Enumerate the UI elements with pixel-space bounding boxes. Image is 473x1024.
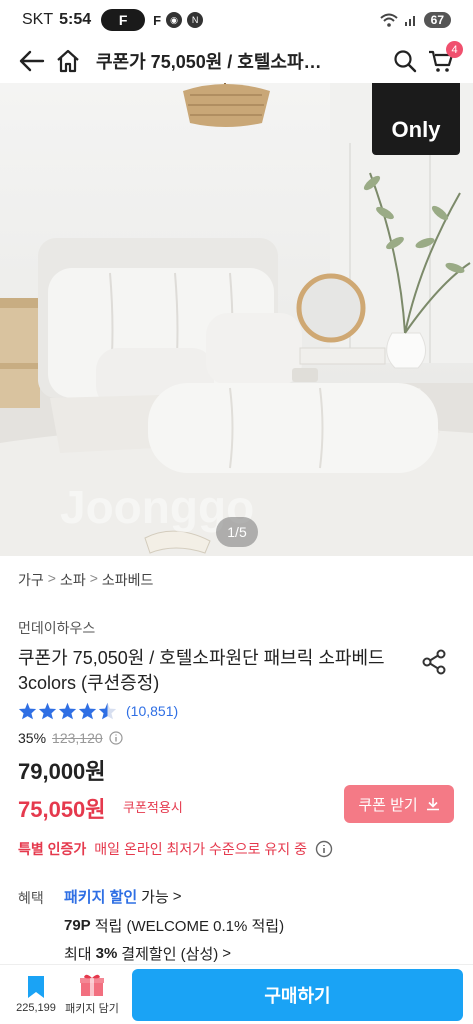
arrow-left-icon: [19, 50, 45, 72]
benefit-label: 혜택: [18, 890, 44, 906]
breadcrumb-item[interactable]: 가구: [18, 570, 44, 590]
info-icon[interactable]: [315, 840, 333, 858]
bookmark-count: 225,199: [16, 1002, 56, 1014]
half-star-icon: [98, 702, 117, 720]
image-counter: 1/5: [216, 517, 258, 547]
bookmark-button[interactable]: 225,199: [8, 975, 64, 1014]
card-rate: 3%: [95, 945, 118, 962]
bottom-action-bar: 225,199 패키지 담기 구매하기: [0, 964, 473, 1024]
star-icon: [78, 702, 97, 720]
coupon-price: 75,050원: [18, 797, 106, 822]
discount-row: 35% 123,120: [18, 730, 123, 746]
cart-button[interactable]: 4: [423, 41, 463, 79]
original-price: 123,120: [52, 730, 103, 746]
special-price-row: 특별 인증가 매일 온라인 최저가 수준으로 유지 중: [18, 839, 333, 859]
breadcrumb-item[interactable]: 소파: [60, 570, 86, 590]
home-button[interactable]: [50, 43, 86, 79]
download-icon: [426, 798, 439, 811]
points-text: 적립 (WELCOME 0.1% 적립): [94, 918, 285, 935]
special-price-text: 매일 온라인 최저가 수준으로 유지 중: [94, 841, 307, 857]
chevron-right-icon: >: [172, 888, 182, 905]
search-icon: [394, 50, 417, 73]
info-icon[interactable]: [109, 731, 123, 745]
f-notification-icon: F: [153, 12, 162, 28]
package-add-label: 패키지 담기: [65, 1003, 119, 1015]
package-add-button[interactable]: 패키지 담기: [64, 973, 120, 1016]
breadcrumb: 가구 > 소파 > 소파베드: [18, 570, 153, 590]
n-notification-icon: N: [187, 12, 204, 28]
coupon-note: 쿠폰적용시: [123, 800, 183, 815]
signal-icon: [404, 16, 415, 26]
status-bar: SKT 5:54 F F ◉ N 67: [0, 0, 473, 40]
battery-level: 67: [423, 12, 451, 28]
clock: 5:54: [59, 11, 92, 28]
card-prefix: 최대: [64, 946, 92, 963]
star-icon: [38, 702, 57, 720]
coupon-download-button[interactable]: 쿠폰 받기: [344, 785, 454, 823]
buy-button[interactable]: 구매하기: [132, 968, 463, 1021]
rating-stars[interactable]: (10,851): [18, 702, 178, 720]
share-icon: [422, 649, 446, 675]
home-icon: [57, 49, 79, 73]
package-suffix: 가능: [141, 889, 169, 906]
points-row: 79P 적립 (WELCOME 0.1% 적립): [64, 915, 284, 936]
share-button[interactable]: [420, 648, 448, 681]
app-badge-icon: F: [101, 9, 146, 31]
card-discount-link[interactable]: 최대 3% 결제할인 (삼성) >: [64, 943, 231, 964]
cart-count-badge: 4: [446, 41, 463, 58]
star-icon: [58, 702, 77, 720]
sale-price: 79,000원: [18, 759, 106, 784]
search-button[interactable]: [387, 43, 423, 79]
package-discount-link[interactable]: 패키지 할인 가능 >: [64, 886, 182, 907]
discount-rate: 35%: [18, 730, 47, 746]
gift-box-icon: [80, 974, 104, 996]
wifi-icon: [379, 13, 398, 27]
star-icon: [18, 702, 37, 720]
only-tag-badge: Only: [372, 83, 460, 155]
chevron-right-icon: >: [222, 945, 232, 962]
review-count[interactable]: (10,851): [126, 703, 178, 719]
product-title: 쿠폰가 75,050원 / 호텔소파원단 패브릭 소파베드 3colors (쿠…: [18, 648, 385, 693]
brand-name[interactable]: 먼데이하우스: [18, 618, 95, 638]
chevron-right-icon: >: [89, 570, 98, 586]
special-price-label: 특별 인증가: [18, 841, 87, 857]
bookmark-icon: [28, 976, 44, 998]
carrier: SKT: [22, 11, 54, 28]
package-discount: 패키지 할인: [64, 889, 138, 906]
page-title: 쿠폰가 75,050원 / 호텔소파…: [96, 52, 322, 72]
product-image-carousel[interactable]: Joonggo Only 1/5: [0, 83, 473, 556]
app-header: 쿠폰가 75,050원 / 호텔소파… 4: [0, 40, 473, 82]
notification-icon: ◉: [166, 12, 183, 28]
points-value: 79P: [64, 917, 91, 934]
coupon-button-label: 쿠폰 받기: [358, 796, 418, 814]
breadcrumb-item[interactable]: 소파베드: [102, 570, 154, 590]
back-button[interactable]: [14, 43, 50, 79]
card-text: 결제할인 (삼성): [121, 946, 219, 963]
chevron-right-icon: >: [47, 570, 56, 586]
